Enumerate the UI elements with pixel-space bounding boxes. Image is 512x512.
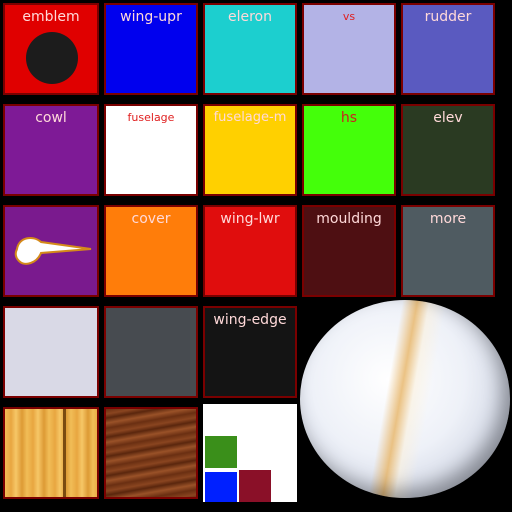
- pale-lavender-tile: [3, 306, 99, 398]
- more-tile: more: [401, 205, 495, 297]
- emblem-tile: emblem: [3, 3, 99, 95]
- wing-upr-label: wing-upr: [120, 9, 182, 25]
- wing-lwr-tile: wing-lwr: [203, 205, 297, 297]
- light-wood-tile: [3, 407, 99, 499]
- dark-gray-tile: [104, 306, 198, 398]
- propeller-blade-icon: [14, 236, 92, 265]
- emblem-disc-icon: [26, 32, 78, 84]
- fuselage-m-label: fuselage-m: [213, 110, 287, 125]
- elev-label: elev: [433, 110, 463, 126]
- fuselage-label: fuselage: [127, 111, 175, 124]
- cover-label: cover: [131, 211, 171, 227]
- green-swatch: [205, 436, 237, 468]
- cover-tile: cover: [104, 205, 198, 297]
- fuselage-tile: fuselage: [104, 104, 198, 196]
- moulding-tile: moulding: [302, 205, 396, 297]
- swatch-tile: [203, 404, 297, 502]
- wing-edge-tile: wing-edge: [203, 306, 297, 398]
- rudder-label: rudder: [424, 9, 472, 25]
- vs-label: vs: [342, 10, 356, 23]
- prop-tile: [3, 205, 99, 297]
- wood-seam: [63, 409, 66, 497]
- wing-lwr-label: wing-lwr: [220, 211, 280, 227]
- moulding-label: moulding: [316, 211, 382, 227]
- eleron-tile: eleron: [203, 3, 297, 95]
- cowl-label: cowl: [35, 110, 67, 126]
- fuselage-m-tile: fuselage-m: [203, 104, 297, 196]
- dark-wood-tile: [104, 407, 198, 499]
- blue-swatch: [205, 472, 237, 502]
- eleron-label: eleron: [227, 9, 272, 25]
- maroon-swatch: [239, 470, 271, 502]
- vs-tile: vs: [302, 3, 396, 95]
- environment-sphere: [300, 300, 510, 498]
- elev-tile: elev: [401, 104, 495, 196]
- rudder-tile: rudder: [401, 3, 495, 95]
- more-label: more: [429, 211, 467, 227]
- cowl-tile: cowl: [3, 104, 99, 196]
- wing-edge-label: wing-edge: [213, 312, 287, 328]
- hs-label: hs: [340, 110, 358, 126]
- emblem-label: emblem: [22, 9, 80, 25]
- wing-upr-tile: wing-upr: [104, 3, 198, 95]
- hs-tile: hs: [302, 104, 396, 196]
